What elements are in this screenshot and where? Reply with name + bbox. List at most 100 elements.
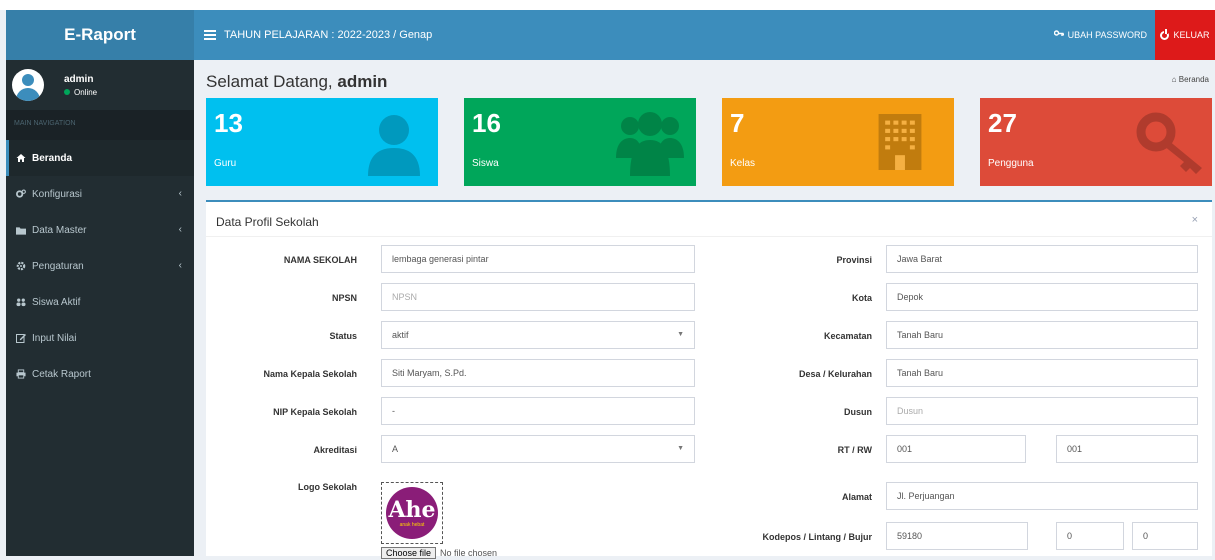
stat-label: Pengguna [988, 158, 1034, 169]
akreditasi-select[interactable]: A ▼ [381, 435, 695, 463]
stat-value: 16 [472, 108, 501, 138]
rt-input[interactable]: 001 [886, 435, 1026, 463]
bujur-input[interactable]: 0 [1132, 522, 1198, 550]
user-panel: admin Online [6, 60, 194, 110]
top-strip [0, 0, 1215, 10]
stat-label: Guru [214, 158, 237, 169]
status-select[interactable]: aktif ▼ [381, 321, 695, 349]
kepala-sekolah-input[interactable]: Siti Maryam, S.Pd. [381, 359, 695, 387]
edit-icon [16, 333, 26, 343]
print-icon [16, 369, 26, 379]
online-dot-icon [64, 89, 70, 95]
chevron-left-icon: ‹ [178, 260, 182, 271]
academic-year: TAHUN PELAJARAN : 2022-2023 / Genap [224, 29, 433, 41]
label-kodepos: Kodepos / Lintang / Bujur [762, 532, 873, 542]
key-icon [1136, 112, 1202, 174]
kodepos-input[interactable]: 59180 [886, 522, 1028, 550]
school-profile-panel: Data Profil Sekolah × NAMA SEKOLAH lemba… [206, 200, 1212, 559]
sidebar-item-pengaturan[interactable]: Pengaturan ‹ [6, 248, 194, 284]
stat-box-siswa[interactable]: 16 Siswa [464, 98, 696, 186]
stat-label: Siswa [472, 158, 499, 169]
sidebar-item-label: Konfigurasi [32, 188, 83, 200]
label-alamat: Alamat [841, 492, 872, 502]
breadcrumb[interactable]: ⌂ Beranda [1172, 75, 1209, 84]
logout-button[interactable]: KELUAR [1155, 10, 1215, 60]
sidebar-item-label: Siswa Aktif [32, 296, 81, 308]
change-password-button[interactable]: UBAH PASSWORD [1053, 10, 1147, 60]
stat-value: 27 [988, 108, 1017, 138]
nip-kepala-input[interactable]: - [381, 397, 695, 425]
school-logo: Ahe anak hebat [386, 487, 438, 539]
label-logo-sekolah: Logo Sekolah [297, 482, 357, 492]
sidebar-item-data-master[interactable]: Data Master ‹ [6, 212, 194, 248]
label-desa-kelurahan: Desa / Kelurahan [798, 369, 872, 379]
label-akreditasi: Akreditasi [313, 445, 357, 455]
nav-header: MAIN NAVIGATION [6, 110, 194, 140]
label-provinsi: Provinsi [836, 255, 872, 265]
sidebar-item-konfigurasi[interactable]: Konfigurasi ‹ [6, 176, 194, 212]
stat-box-kelas[interactable]: 7 Kelas [722, 98, 954, 186]
top-navbar: TAHUN PELAJARAN : 2022-2023 / Genap UBAH… [194, 10, 1215, 60]
desa-kelurahan-input[interactable]: Tanah Baru [886, 359, 1198, 387]
chevron-left-icon: ‹ [178, 224, 182, 235]
sidebar-item-label: Beranda [32, 152, 73, 164]
user-icon [368, 115, 420, 176]
main-content: Selamat Datang, admin ⌂ Beranda 13 Guru … [194, 60, 1215, 559]
kecamatan-input[interactable]: Tanah Baru [886, 321, 1198, 349]
lintang-input[interactable]: 0 [1056, 522, 1124, 550]
cogs-icon [16, 189, 26, 199]
sidebar: E-Raport admin Online MAIN NAVIGATION Be… [6, 10, 194, 556]
label-kepala-sekolah: Nama Kepala Sekolah [263, 369, 357, 379]
stat-box-pengguna[interactable]: 27 Pengguna [980, 98, 1212, 186]
nama-sekolah-input[interactable]: lembaga generasi pintar [381, 245, 695, 273]
stat-value: 7 [730, 108, 745, 138]
chevron-down-icon: ▼ [677, 445, 684, 452]
stat-value: 13 [214, 108, 243, 138]
label-nip-kepala: NIP Kepala Sekolah [273, 407, 357, 417]
home-icon [16, 153, 26, 163]
stat-boxes: 13 Guru 16 Siswa 7 Kelas 27 Pengguna [206, 98, 1212, 186]
alamat-input[interactable]: Jl. Perjuangan [886, 482, 1198, 510]
provinsi-input[interactable]: Jawa Barat [886, 245, 1198, 273]
folder-icon [16, 225, 26, 235]
chevron-left-icon: ‹ [178, 188, 182, 199]
label-dusun: Dusun [844, 407, 872, 417]
label-status: Status [329, 331, 357, 341]
close-icon[interactable]: × [1192, 214, 1198, 226]
logo-file-input[interactable]: Choose file No file chosen [381, 546, 497, 560]
panel-title: Data Profil Sekolah [216, 215, 319, 229]
dusun-input[interactable]: Dusun [886, 397, 1198, 425]
sidebar-item-label: Pengaturan [32, 260, 84, 272]
sidebar-item-input-nilai[interactable]: Input Nilai [6, 320, 194, 356]
power-icon [1160, 28, 1170, 40]
gear-icon [16, 261, 26, 271]
app-logo[interactable]: E-Raport [6, 10, 194, 60]
label-npsn: NPSN [331, 293, 357, 303]
school-logo-preview: Ahe anak hebat [381, 482, 443, 544]
label-nama-sekolah: NAMA SEKOLAH [283, 255, 357, 265]
users-icon [16, 297, 26, 307]
rw-input[interactable]: 001 [1056, 435, 1198, 463]
page-title: Selamat Datang, admin [206, 72, 388, 91]
user-name: admin [64, 73, 94, 85]
avatar [12, 69, 44, 101]
label-kota: Kota [852, 293, 872, 303]
sidebar-item-beranda[interactable]: Beranda [6, 140, 194, 176]
user-status: Online [64, 88, 97, 97]
sidebar-item-siswa-aktif[interactable]: Siswa Aktif [6, 284, 194, 320]
stat-label: Kelas [730, 158, 756, 169]
file-status: No file chosen [440, 548, 498, 558]
stat-box-guru[interactable]: 13 Guru [206, 98, 438, 186]
building-icon [878, 114, 922, 170]
divider [206, 236, 1212, 237]
sidebar-item-label: Input Nilai [32, 332, 77, 344]
key-icon [1053, 30, 1064, 40]
sidebar-item-label: Data Master [32, 224, 87, 236]
choose-file-button[interactable]: Choose file [381, 547, 437, 559]
sidebar-item-label: Cetak Raport [32, 368, 91, 380]
kota-input[interactable]: Depok [886, 283, 1198, 311]
menu-toggle-icon[interactable] [204, 30, 216, 40]
sidebar-item-cetak-raport[interactable]: Cetak Raport [6, 356, 194, 392]
label-rt-rw: RT / RW [837, 445, 872, 455]
npsn-input[interactable]: NPSN [381, 283, 695, 311]
